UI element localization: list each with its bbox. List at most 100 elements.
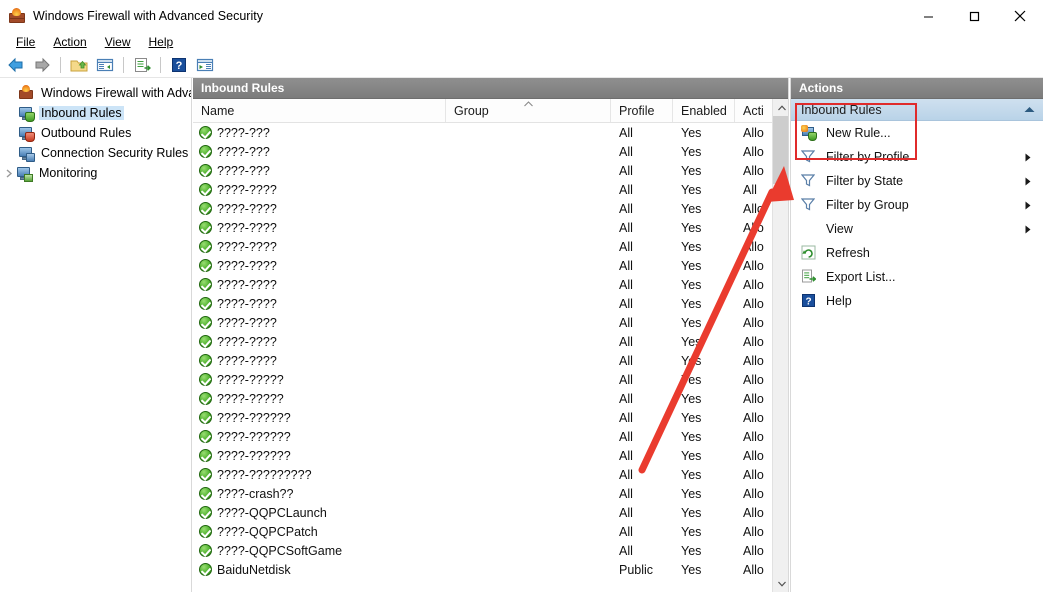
table-row[interactable]: ????-QQPCLaunch All Yes Allo xyxy=(193,503,772,522)
action-filter-by-group[interactable]: Filter by Group xyxy=(791,193,1043,217)
rule-profile-cell: All xyxy=(619,505,633,520)
table-row[interactable]: ????-???? All Yes Allo xyxy=(193,256,772,275)
table-row[interactable]: ????-?????? All Yes Allo xyxy=(193,408,772,427)
enabled-check-icon xyxy=(199,221,212,234)
menu-bar: File Action View Help xyxy=(0,32,1043,52)
tree-root-node[interactable]: Windows Firewall with Advance xyxy=(0,83,191,103)
sidebar-item-outbound-rules[interactable]: Outbound Rules xyxy=(0,123,191,143)
action-refresh[interactable]: Refresh xyxy=(791,241,1043,265)
chevron-right-icon[interactable] xyxy=(2,167,15,180)
rule-name-cell: ????-QQPCSoftGame xyxy=(193,544,446,558)
rule-profile-cell: All xyxy=(619,429,633,444)
list-vertical-scrollbar[interactable] xyxy=(772,99,788,592)
table-row[interactable]: ????-QQPCSoftGame All Yes Allo xyxy=(193,541,772,560)
column-header-group[interactable]: Group xyxy=(446,99,611,122)
submenu-arrow-icon xyxy=(1025,153,1031,162)
show-hide-tree-button[interactable] xyxy=(93,54,117,76)
sidebar-item-inbound-rules[interactable]: Inbound Rules xyxy=(0,103,191,123)
column-header-name[interactable]: Name xyxy=(193,99,446,122)
rule-enabled-cell: Yes xyxy=(681,125,702,140)
rule-name-label: ????-QQPCLaunch xyxy=(217,505,327,520)
rule-name-label: ????-???? xyxy=(217,296,277,311)
rule-profile-cell: All xyxy=(619,125,633,140)
rule-name-label: ????-????????? xyxy=(217,467,312,482)
rule-enabled-cell: Yes xyxy=(681,372,702,387)
table-row[interactable]: ????-???? All Yes Allo xyxy=(193,275,772,294)
column-header-action[interactable]: Acti xyxy=(735,99,772,122)
up-folder-button[interactable] xyxy=(67,54,91,76)
menu-file[interactable]: File xyxy=(7,33,44,51)
menu-help[interactable]: Help xyxy=(140,33,183,51)
maximize-button[interactable] xyxy=(951,0,997,32)
monitoring-icon xyxy=(16,165,33,182)
folder-up-icon xyxy=(70,60,88,71)
action-filter-by-profile[interactable]: Filter by Profile xyxy=(791,145,1043,169)
sidebar-item-monitoring[interactable]: Monitoring xyxy=(0,163,191,183)
table-row[interactable]: ????-???? All Yes Allo xyxy=(193,294,772,313)
list-body: Name Group Profile Enabled Acti ????-???… xyxy=(193,99,788,592)
table-row[interactable]: ????-????????? All Yes Allo xyxy=(193,465,772,484)
table-row[interactable]: ????-??? All Yes Allo xyxy=(193,161,772,180)
table-row[interactable]: ????-???? All Yes All xyxy=(193,180,772,199)
export-list-button[interactable] xyxy=(130,54,154,76)
help-question-icon: ? xyxy=(801,293,817,309)
table-row[interactable]: ????-?????? All Yes Allo xyxy=(193,427,772,446)
column-header-profile[interactable]: Profile xyxy=(611,99,673,122)
table-row[interactable]: ????-????? All Yes Allo xyxy=(193,370,772,389)
sidebar-item-connection-security-rules[interactable]: Connection Security Rules xyxy=(0,143,191,163)
tree-expander[interactable] xyxy=(4,87,17,100)
actions-group-header[interactable]: Inbound Rules xyxy=(791,99,1043,121)
rule-profile-cell: All xyxy=(619,448,633,463)
rule-name-label: ????-QQPCSoftGame xyxy=(217,543,343,558)
action-help[interactable]: ? Help xyxy=(791,289,1043,313)
action-filter-by-state[interactable]: Filter by State xyxy=(791,169,1043,193)
table-row[interactable]: ????-???? All Yes Allo xyxy=(193,332,772,351)
back-button[interactable] xyxy=(4,54,28,76)
rule-name-cell: ????-QQPCLaunch xyxy=(193,506,446,520)
show-hide-action-pane-button[interactable] xyxy=(193,54,217,76)
rule-name-label: ????-crash?? xyxy=(217,486,294,501)
table-row[interactable]: ????-crash?? All Yes Allo xyxy=(193,484,772,503)
rule-name-label: ????-???? xyxy=(217,353,277,368)
table-row[interactable]: ????-???? All Yes Allo xyxy=(193,199,772,218)
rule-name-label: ????-????? xyxy=(217,391,284,406)
table-row[interactable]: ????-?????? All Yes Allo xyxy=(193,446,772,465)
rule-enabled-cell: Yes xyxy=(681,410,702,425)
forward-button[interactable] xyxy=(30,54,54,76)
rule-name-cell: ????-???? xyxy=(193,259,446,273)
rule-name-cell: ????-????? xyxy=(193,392,446,406)
table-row[interactable]: ????-QQPCPatch All Yes Allo xyxy=(193,522,772,541)
action-new-rule[interactable]: New Rule... xyxy=(791,121,1043,145)
svg-text:?: ? xyxy=(176,60,183,72)
action-view[interactable]: View xyxy=(791,217,1043,241)
table-row[interactable]: ????-???? All Yes Allo xyxy=(193,351,772,370)
scroll-up-button[interactable] xyxy=(773,99,788,116)
chevron-up-icon[interactable] xyxy=(1024,106,1035,113)
rules-rows[interactable]: ????-??? All Yes Allo ????-??? All Yes Allo????… xyxy=(193,123,772,592)
column-header-enabled[interactable]: Enabled xyxy=(673,99,735,122)
sidebar-item-label: Monitoring xyxy=(39,166,98,180)
help-button[interactable]: ? xyxy=(167,54,191,76)
minimize-button[interactable] xyxy=(905,0,951,32)
menu-action[interactable]: Action xyxy=(44,33,95,51)
table-row[interactable]: ????-????? All Yes Allo xyxy=(193,389,772,408)
rule-name-cell: ????-???? xyxy=(193,183,446,197)
table-row[interactable]: ????-??? All Yes Allo xyxy=(193,142,772,161)
table-row[interactable]: ????-???? All Yes Allo xyxy=(193,313,772,332)
rule-profile-cell: All xyxy=(619,543,633,558)
close-button[interactable] xyxy=(997,0,1043,32)
table-row[interactable]: ????-???? All Yes Allo xyxy=(193,237,772,256)
rule-name-cell: ????-???? xyxy=(193,335,446,349)
rule-name-cell: ????-??? xyxy=(193,126,446,140)
menu-view[interactable]: View xyxy=(96,33,140,51)
connection-security-rules-icon xyxy=(18,145,35,162)
rule-name-cell: ????-???? xyxy=(193,354,446,368)
rule-name-cell: ????-???? xyxy=(193,297,446,311)
table-row[interactable]: ????-???? All Yes Allo xyxy=(193,218,772,237)
scroll-down-button[interactable] xyxy=(773,575,788,592)
scroll-thumb[interactable] xyxy=(773,116,788,184)
table-row[interactable]: ????-??? All Yes Allo xyxy=(193,123,772,142)
action-export-list[interactable]: Export List... xyxy=(791,265,1043,289)
table-row[interactable]: BaiduNetdisk Public Yes Allo xyxy=(193,560,772,579)
enabled-check-icon xyxy=(199,316,212,329)
